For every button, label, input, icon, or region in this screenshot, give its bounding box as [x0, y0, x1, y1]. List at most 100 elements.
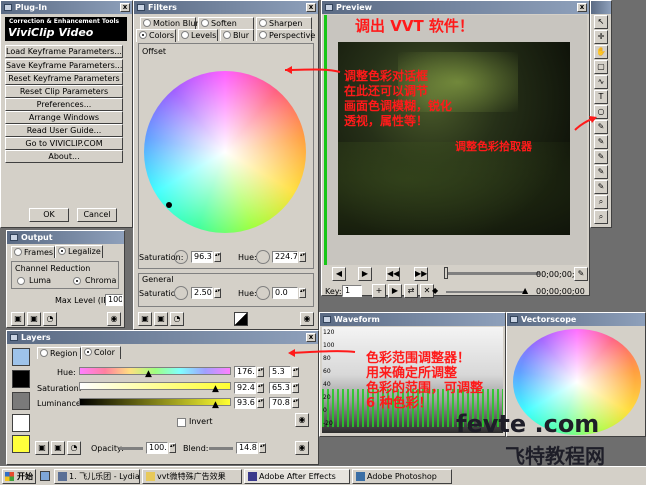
- saturation-range-spinner[interactable]: ▴▾: [292, 383, 299, 393]
- tab-legalize[interactable]: Legalize: [55, 245, 103, 258]
- rewind-icon[interactable]: ◀: [332, 267, 346, 281]
- taskbar-item-after-effects[interactable]: Adobe After Effects: [244, 469, 350, 484]
- saturation-spinner[interactable]: ▴▾: [214, 252, 221, 262]
- output-titlebar[interactable]: Output: [7, 231, 124, 244]
- saturation-marker-icon[interactable]: ▲: [212, 384, 219, 394]
- next-key-icon[interactable]: ▶: [388, 284, 402, 298]
- gen-saturation-knob[interactable]: [174, 286, 188, 300]
- tab-motion-blur[interactable]: Motion Blur: [140, 17, 199, 29]
- tab-blur[interactable]: Blur: [220, 29, 254, 41]
- preview-titlebar[interactable]: Preview x: [322, 1, 589, 14]
- save-icon[interactable]: ▣: [11, 312, 25, 326]
- saturation-spinner[interactable]: ▴▾: [257, 383, 264, 393]
- close-icon[interactable]: x: [120, 3, 130, 12]
- blend-field[interactable]: 14.8: [236, 442, 258, 454]
- about-button[interactable]: About...: [5, 150, 123, 163]
- eyedropper-tool-icon[interactable]: ✎: [594, 150, 608, 164]
- tab-levels[interactable]: Levels: [178, 29, 218, 41]
- luminance-range-field[interactable]: 70.8: [269, 397, 291, 409]
- luminance-spinner[interactable]: ▴▾: [257, 398, 264, 408]
- layer-swatch-white[interactable]: [12, 414, 30, 432]
- layer-swatch-yellow[interactable]: [12, 435, 30, 453]
- gen-hue-spinner[interactable]: ▴▾: [299, 288, 306, 298]
- timeline-track[interactable]: [444, 272, 540, 275]
- tab-perspective[interactable]: Perspective: [256, 29, 315, 41]
- play-icon[interactable]: ▶: [358, 267, 372, 281]
- save-icon[interactable]: ▣: [35, 441, 49, 455]
- eyedropper-tool-icon[interactable]: ✎: [594, 165, 608, 179]
- tool-palette-titlebar[interactable]: [591, 1, 611, 14]
- layer-swatch-black[interactable]: [12, 370, 30, 388]
- gen-hue-knob[interactable]: [256, 286, 270, 300]
- hue-spinner[interactable]: ▴▾: [299, 252, 306, 262]
- taskbar-item-music[interactable]: 1. 飞儿乐团 - Lydia - Wi...: [54, 469, 140, 484]
- wheel-handle[interactable]: [166, 202, 172, 208]
- hue-range-spinner[interactable]: ▴▾: [292, 367, 299, 377]
- pencil-icon[interactable]: ✎: [574, 267, 588, 281]
- hue-range-field[interactable]: 5.3: [269, 366, 291, 378]
- eyedropper-tool-icon[interactable]: ✎: [594, 135, 608, 149]
- vectorscope-titlebar[interactable]: Vectorscope: [507, 313, 645, 326]
- save-as-icon[interactable]: ▣: [154, 312, 168, 326]
- key-track[interactable]: [446, 291, 526, 293]
- filters-titlebar[interactable]: Filters x: [134, 1, 318, 14]
- luminance-range-slider[interactable]: [79, 398, 231, 406]
- eye-icon[interactable]: ◉: [107, 312, 121, 326]
- close-icon[interactable]: x: [306, 3, 316, 12]
- goto-viviclip-button[interactable]: Go to VIVICLIP.COM: [5, 137, 123, 150]
- ellipse-tool-icon[interactable]: ○: [594, 105, 608, 119]
- tab-soften[interactable]: Soften: [198, 17, 254, 29]
- hue-spinner[interactable]: ▴▾: [257, 367, 264, 377]
- eye-icon[interactable]: ◉: [300, 312, 314, 326]
- close-icon[interactable]: x: [306, 333, 316, 342]
- layers-titlebar[interactable]: Layers x: [7, 331, 318, 344]
- reset-clip-button[interactable]: Reset Clip Parameters: [5, 85, 123, 98]
- saturation-range-field[interactable]: 65.3: [269, 382, 291, 394]
- arrange-windows-button[interactable]: Arrange Windows: [5, 111, 123, 124]
- hand-tool-icon[interactable]: ✋: [594, 45, 608, 59]
- blend-spinner[interactable]: ▴▾: [259, 443, 266, 453]
- ok-button[interactable]: OK: [29, 208, 69, 222]
- tab-color[interactable]: Color: [81, 346, 121, 359]
- invert-checkbox[interactable]: [177, 418, 186, 427]
- plugin-titlebar[interactable]: Plug-In x: [1, 1, 132, 14]
- save-as-icon[interactable]: ▣: [51, 441, 65, 455]
- start-button[interactable]: 开始: [2, 469, 36, 484]
- read-user-guide-button[interactable]: Read User Guide...: [5, 124, 123, 137]
- key-field[interactable]: 1: [342, 285, 362, 297]
- rectangle-tool-icon[interactable]: ▢: [594, 60, 608, 74]
- layer-swatch-gray[interactable]: [12, 392, 30, 410]
- layer-swatch-lightblue[interactable]: [12, 348, 30, 366]
- hue-field[interactable]: 224.7: [272, 251, 298, 263]
- luminance-marker-icon[interactable]: ▲: [212, 400, 219, 410]
- add-key-icon[interactable]: +: [372, 284, 386, 298]
- zoom-tool-icon[interactable]: ⌕: [594, 195, 608, 209]
- color-wheel[interactable]: [144, 71, 306, 233]
- waveform-titlebar[interactable]: Waveform: [320, 313, 505, 326]
- taskbar-item-folder[interactable]: vvt微特殊广告效果: [142, 469, 242, 484]
- hue-field[interactable]: 176.3: [234, 366, 256, 378]
- cancel-button[interactable]: Cancel: [77, 208, 117, 222]
- tab-frames[interactable]: Frames: [11, 246, 55, 258]
- tab-sharpen[interactable]: Sharpen: [256, 17, 312, 29]
- chroma-radio[interactable]: [73, 277, 81, 285]
- gen-hue-field[interactable]: 0.0: [272, 287, 298, 299]
- saturation-field[interactable]: 96.3: [191, 251, 213, 263]
- step-forward-icon[interactable]: ▶▶: [414, 267, 428, 281]
- reset-icon[interactable]: ◔: [67, 441, 81, 455]
- save-icon[interactable]: ▣: [138, 312, 152, 326]
- gen-saturation-spinner[interactable]: ▴▾: [214, 288, 221, 298]
- reset-icon[interactable]: ◔: [170, 312, 184, 326]
- key-marker-icon[interactable]: ◆: [432, 286, 438, 295]
- tab-colors[interactable]: Colors: [136, 29, 176, 42]
- eyedropper-tool-icon[interactable]: ✎: [594, 180, 608, 194]
- eyedropper-tool-icon[interactable]: ✎: [594, 120, 608, 134]
- close-icon[interactable]: x: [577, 3, 587, 12]
- opacity-slider[interactable]: [119, 447, 143, 450]
- arrow-tool-icon[interactable]: ↖: [594, 15, 608, 29]
- gen-saturation-field[interactable]: 2.50: [191, 287, 213, 299]
- timeline-thumb[interactable]: [444, 267, 448, 279]
- hue-marker-icon[interactable]: ▲: [145, 369, 152, 379]
- luma-radio[interactable]: [17, 277, 25, 285]
- contrast-icon[interactable]: [234, 312, 248, 326]
